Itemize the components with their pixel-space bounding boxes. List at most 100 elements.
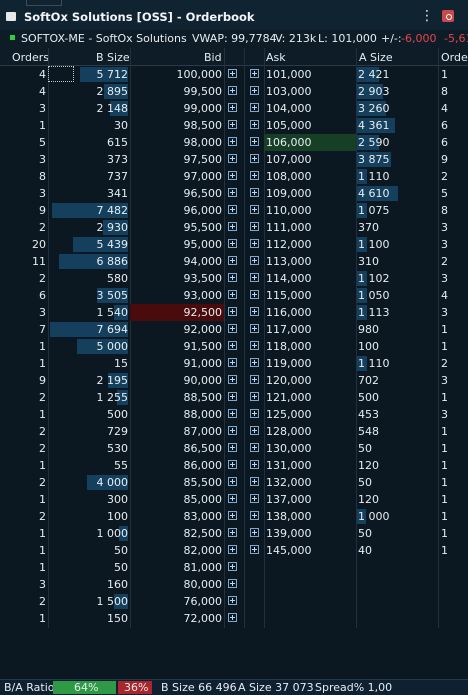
ask-price[interactable]: 138,000 xyxy=(266,510,356,523)
ask-size-header[interactable]: A Size xyxy=(359,51,393,64)
buy-plus-icon[interactable] xyxy=(228,494,237,503)
bid-price[interactable]: 98,500 xyxy=(132,119,223,132)
ask-orders-header[interactable]: Order xyxy=(441,51,468,64)
orderbook-row[interactable]: 1 5 000 91,500 118,000 100 1 xyxy=(0,338,468,355)
sell-plus-icon[interactable] xyxy=(250,120,259,129)
orderbook-row[interactable]: 1 1 000 82,500 139,000 50 1 xyxy=(0,525,468,542)
bid-price[interactable]: 94,000 xyxy=(132,255,223,268)
ask-price[interactable]: 115,000 xyxy=(266,289,356,302)
buy-plus-icon[interactable] xyxy=(228,341,237,350)
ask-price[interactable]: 120,000 xyxy=(266,374,356,387)
ask-price[interactable]: 107,000 xyxy=(266,153,356,166)
orderbook-row[interactable]: 9 2 195 90,000 120,000 702 3 xyxy=(0,372,468,389)
orderbook-row[interactable]: 2 4 000 85,500 132,000 50 1 xyxy=(0,474,468,491)
orderbook-row[interactable]: 1 300 85,000 137,000 120 1 xyxy=(0,491,468,508)
orderbook-row[interactable]: 2 530 86,500 130,000 50 1 xyxy=(0,440,468,457)
bid-price[interactable]: 86,000 xyxy=(132,459,223,472)
ask-price[interactable]: 128,000 xyxy=(266,425,356,438)
buy-plus-icon[interactable] xyxy=(228,256,237,265)
bid-price[interactable]: 99,000 xyxy=(132,102,223,115)
orderbook-row[interactable]: 4 5 712 100,000 101,000 2 421 1 xyxy=(0,66,468,83)
ask-price[interactable]: 113,000 xyxy=(266,255,356,268)
bid-price[interactable]: 81,000 xyxy=(132,561,223,574)
orderbook-row[interactable]: 9 7 482 96,000 110,000 1 075 8 xyxy=(0,202,468,219)
sell-plus-icon[interactable] xyxy=(250,239,259,248)
bid-price[interactable]: 95,000 xyxy=(132,238,223,251)
orderbook-row[interactable]: 2 2 930 95,500 111,000 370 3 xyxy=(0,219,468,236)
buy-plus-icon[interactable] xyxy=(228,239,237,248)
buy-plus-icon[interactable] xyxy=(228,103,237,112)
sell-plus-icon[interactable] xyxy=(250,341,259,350)
bid-price[interactable]: 93,500 xyxy=(132,272,223,285)
bid-price[interactable]: 76,000 xyxy=(132,595,223,608)
buy-plus-icon[interactable] xyxy=(228,375,237,384)
orderbook-row[interactable]: 2 1 255 88,500 121,000 500 1 xyxy=(0,389,468,406)
bid-price[interactable]: 92,500 xyxy=(132,306,223,319)
sell-plus-icon[interactable] xyxy=(250,358,259,367)
buy-plus-icon[interactable] xyxy=(228,307,237,316)
ask-price[interactable]: 131,000 xyxy=(266,459,356,472)
orderbook-row[interactable]: 4 2 895 99,500 103,000 2 903 8 xyxy=(0,83,468,100)
ask-price[interactable]: 109,000 xyxy=(266,187,356,200)
orderbook-row[interactable]: 1 150 72,000 xyxy=(0,610,468,627)
close-icon[interactable] xyxy=(442,10,454,22)
ask-price[interactable]: 132,000 xyxy=(266,476,356,489)
orderbook-row[interactable]: 1 50 81,000 xyxy=(0,559,468,576)
bid-price[interactable]: 90,000 xyxy=(132,374,223,387)
buy-plus-icon[interactable] xyxy=(228,222,237,231)
orderbook-row[interactable]: 2 1 500 76,000 xyxy=(0,593,468,610)
orderbook-row[interactable]: 3 373 97,500 107,000 3 875 9 xyxy=(0,151,468,168)
sell-plus-icon[interactable] xyxy=(250,154,259,163)
buy-plus-icon[interactable] xyxy=(228,443,237,452)
buy-plus-icon[interactable] xyxy=(228,477,237,486)
sell-plus-icon[interactable] xyxy=(250,528,259,537)
ask-header[interactable]: Ask xyxy=(266,51,286,64)
orderbook-row[interactable]: 1 50 82,000 145,000 40 1 xyxy=(0,542,468,559)
orderbook-row[interactable]: 3 1 540 92,500 116,000 1 113 3 xyxy=(0,304,468,321)
sell-plus-icon[interactable] xyxy=(250,443,259,452)
ask-price[interactable]: 105,000 xyxy=(266,119,356,132)
bid-price[interactable]: 72,000 xyxy=(132,612,223,625)
buy-plus-icon[interactable] xyxy=(228,562,237,571)
sell-plus-icon[interactable] xyxy=(250,426,259,435)
sell-plus-icon[interactable] xyxy=(250,545,259,554)
buy-plus-icon[interactable] xyxy=(228,188,237,197)
sell-plus-icon[interactable] xyxy=(250,171,259,180)
orderbook-row[interactable]: 3 341 96,500 109,000 4 610 5 xyxy=(0,185,468,202)
bid-price[interactable]: 88,000 xyxy=(132,408,223,421)
buy-plus-icon[interactable] xyxy=(228,460,237,469)
ask-price[interactable]: 104,000 xyxy=(266,102,356,115)
orderbook-row[interactable]: 11 6 886 94,000 113,000 310 2 xyxy=(0,253,468,270)
sell-plus-icon[interactable] xyxy=(250,137,259,146)
sell-plus-icon[interactable] xyxy=(250,256,259,265)
bid-price[interactable]: 100,000 xyxy=(132,68,223,81)
sell-plus-icon[interactable] xyxy=(250,494,259,503)
bid-price[interactable]: 85,500 xyxy=(132,476,223,489)
buy-plus-icon[interactable] xyxy=(228,409,237,418)
bid-price[interactable]: 99,500 xyxy=(132,85,223,98)
ask-price[interactable]: 111,000 xyxy=(266,221,356,234)
bid-price[interactable]: 82,500 xyxy=(132,527,223,540)
orderbook-row[interactable]: 20 5 439 95,000 112,000 1 100 3 xyxy=(0,236,468,253)
buy-plus-icon[interactable] xyxy=(228,137,237,146)
sell-plus-icon[interactable] xyxy=(250,409,259,418)
sell-plus-icon[interactable] xyxy=(250,511,259,520)
ask-price[interactable]: 119,000 xyxy=(266,357,356,370)
bid-price[interactable]: 97,000 xyxy=(132,170,223,183)
bid-price[interactable]: 80,000 xyxy=(132,578,223,591)
ask-price[interactable]: 130,000 xyxy=(266,442,356,455)
ask-price[interactable]: 139,000 xyxy=(266,527,356,540)
orderbook-row[interactable]: 8 737 97,000 108,000 1 110 2 xyxy=(0,168,468,185)
ask-price[interactable]: 145,000 xyxy=(266,544,356,557)
ask-price[interactable]: 118,000 xyxy=(266,340,356,353)
sell-plus-icon[interactable] xyxy=(250,205,259,214)
bid-price[interactable]: 98,000 xyxy=(132,136,223,149)
ask-price[interactable]: 112,000 xyxy=(266,238,356,251)
buy-plus-icon[interactable] xyxy=(228,358,237,367)
orderbook-row[interactable]: 5 615 98,000 106,000 2 590 6 xyxy=(0,134,468,151)
bid-price[interactable]: 91,500 xyxy=(132,340,223,353)
sell-plus-icon[interactable] xyxy=(250,273,259,282)
ask-price[interactable]: 106,000 xyxy=(266,136,356,149)
ask-price[interactable]: 101,000 xyxy=(266,68,356,81)
buy-plus-icon[interactable] xyxy=(228,324,237,333)
